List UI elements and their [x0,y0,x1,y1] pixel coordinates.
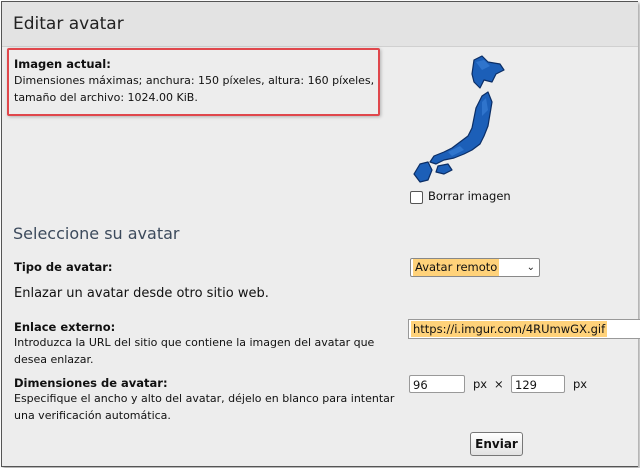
avatar-type-select[interactable]: Avatar remoto ⌄ [410,258,540,277]
delete-image-label: Borrar imagen [428,189,511,203]
external-link-input[interactable]: https://i.imgur.com/4RUmwGX.gif [408,319,640,339]
japan-map-image [413,55,505,183]
edit-avatar-panel: Editar avatar Imagen actual: Dimensiones… [1,1,640,467]
avatar-height-input[interactable]: 129 [511,375,565,393]
width-unit: px [473,377,488,391]
section-title: Seleccione su avatar [13,224,180,243]
external-link-help-2: desea enlazar. [14,353,94,366]
dimensions-help-2: una verificación automática. [14,409,171,422]
avatar-width-input[interactable]: 96 [409,375,465,393]
external-link-value: https://i.imgur.com/4RUmwGX.gif [411,321,608,337]
panel-header: Editar avatar [2,2,638,47]
avatar-type-description: Enlazar un avatar desde otro sitio web. [14,286,269,301]
height-unit: px [573,377,588,391]
current-image-heading: Imagen actual: [14,57,111,71]
avatar-type-label: Tipo de avatar: [14,260,113,274]
submit-button[interactable]: Enviar [470,432,523,456]
current-image-size: tamaño del archivo: 1024.00 KiB. [14,91,198,104]
chevron-down-icon: ⌄ [526,262,535,273]
current-image-limits: Dimensiones máximas; anchura: 150 píxele… [14,74,375,87]
avatar-type-value: Avatar remoto [413,259,500,276]
external-link-help-1: Introduzca la URL del sitio que contiene… [14,336,375,349]
dimensions-label: Dimensiones de avatar: [14,376,168,390]
dimensions-help-1: Especifique el ancho y alto del avatar, … [14,392,395,405]
dimension-separator: × [494,377,504,391]
delete-image-checkbox[interactable] [410,191,423,204]
external-link-label: Enlace externo: [14,320,116,334]
page-title: Editar avatar [13,14,124,34]
